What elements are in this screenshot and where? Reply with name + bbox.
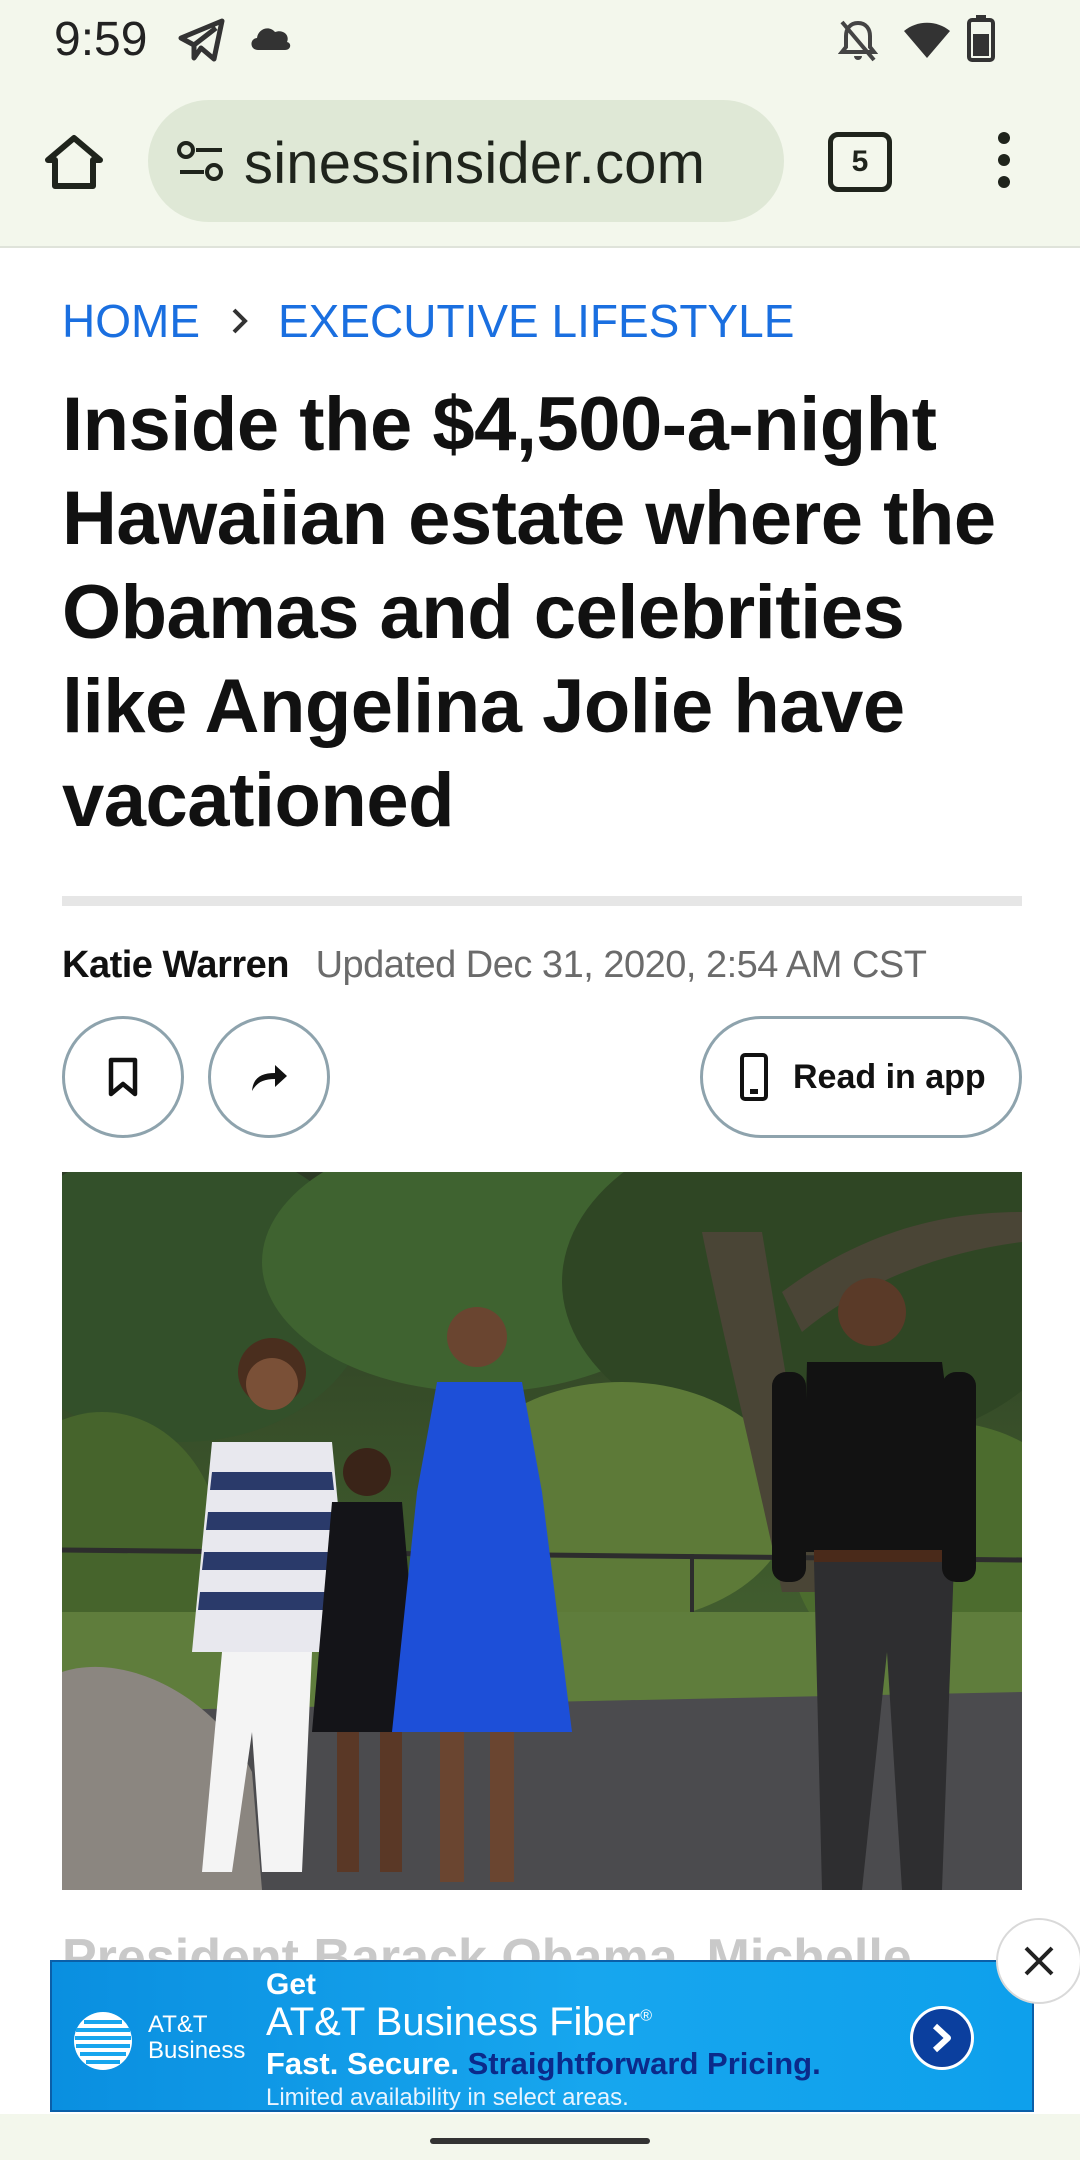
ad-tagline-blue: Straightforward Pricing.: [467, 2046, 821, 2081]
ad-brand-line2: Business: [148, 2037, 246, 2064]
battery-icon: [967, 15, 995, 62]
share-arrow-icon: [252, 1065, 287, 1091]
article-photo: [62, 1172, 1022, 1890]
ad-banner[interactable]: AT&T Business Get AT&T Business Fiber® F…: [50, 1960, 1034, 2112]
ad-tagline-white: Fast. Secure.: [266, 2046, 459, 2081]
tab-switcher-button[interactable]: 5: [828, 132, 892, 192]
telegram-icon: [178, 18, 225, 62]
ad-product-mark: ®: [640, 2007, 652, 2025]
breadcrumb-home-link[interactable]: HOME: [62, 294, 200, 348]
home-button[interactable]: [36, 124, 112, 200]
ad-brand: AT&T Business: [148, 2012, 245, 2064]
wifi-icon: [904, 22, 950, 58]
ad-fine-print: Limited availability in select areas.: [266, 2084, 629, 2111]
article-headline: Inside the $4,500-a-night Hawaiian estat…: [62, 382, 996, 843]
author-name[interactable]: Katie Warren: [62, 944, 290, 986]
att-globe-logo: [74, 2012, 132, 2070]
divider: [62, 896, 1022, 906]
breadcrumb: HOME EXECUTIVE LIFESTYLE: [62, 294, 794, 348]
breadcrumb-section-link[interactable]: EXECUTIVE LIFESTYLE: [278, 294, 794, 348]
ad-product: AT&T Business Fiber®: [266, 2000, 652, 2045]
status-time: 9:59: [54, 13, 148, 66]
chevron-right-icon: [230, 306, 250, 336]
gesture-nav-bar: [0, 2114, 1080, 2160]
updated-date: Dec 31, 2020, 2:54 AM CST: [465, 944, 927, 986]
updated-label: Updated: [315, 944, 457, 986]
ad-brand-line1: AT&T: [148, 2011, 208, 2038]
read-in-app-button[interactable]: Read in app: [700, 1016, 1022, 1138]
ad-close-button[interactable]: [996, 1918, 1080, 2004]
bookmark-button[interactable]: [62, 1016, 184, 1138]
browser-toolbar: sinessinsider.com 5: [0, 80, 1080, 248]
site-settings-icon[interactable]: [176, 138, 226, 184]
home-gesture-handle[interactable]: [430, 2138, 650, 2144]
ad-get: Get: [266, 1968, 317, 2001]
close-icon: [1024, 1946, 1054, 1976]
url-text[interactable]: sinessinsider.com: [244, 130, 705, 197]
status-bar: 9:59: [0, 0, 1080, 80]
address-bar[interactable]: sinessinsider.com: [148, 100, 784, 222]
chevron-right-icon: [932, 2023, 951, 2053]
more-vert-icon: [998, 132, 1010, 188]
share-button[interactable]: [208, 1016, 330, 1138]
ad-product-name: AT&T Business Fiber: [266, 2000, 641, 2044]
bell-off-icon: [838, 20, 878, 62]
byline: Katie Warren Updated Dec 31, 2020, 2:54 …: [62, 944, 927, 987]
ad-tagline: Fast. Secure. Straightforward Pricing.: [266, 2046, 821, 2082]
tab-count: 5: [851, 145, 869, 178]
bookmark-icon: [108, 1057, 138, 1097]
phone-icon: [740, 1053, 768, 1101]
family-walking-photo: [62, 1172, 1022, 1890]
ad-cta-button[interactable]: [910, 2006, 974, 2070]
cloud-icon: [251, 28, 291, 50]
read-in-app-label: Read in app: [793, 1057, 986, 1096]
overflow-menu-button[interactable]: [984, 120, 1024, 200]
home-icon: [45, 135, 103, 189]
